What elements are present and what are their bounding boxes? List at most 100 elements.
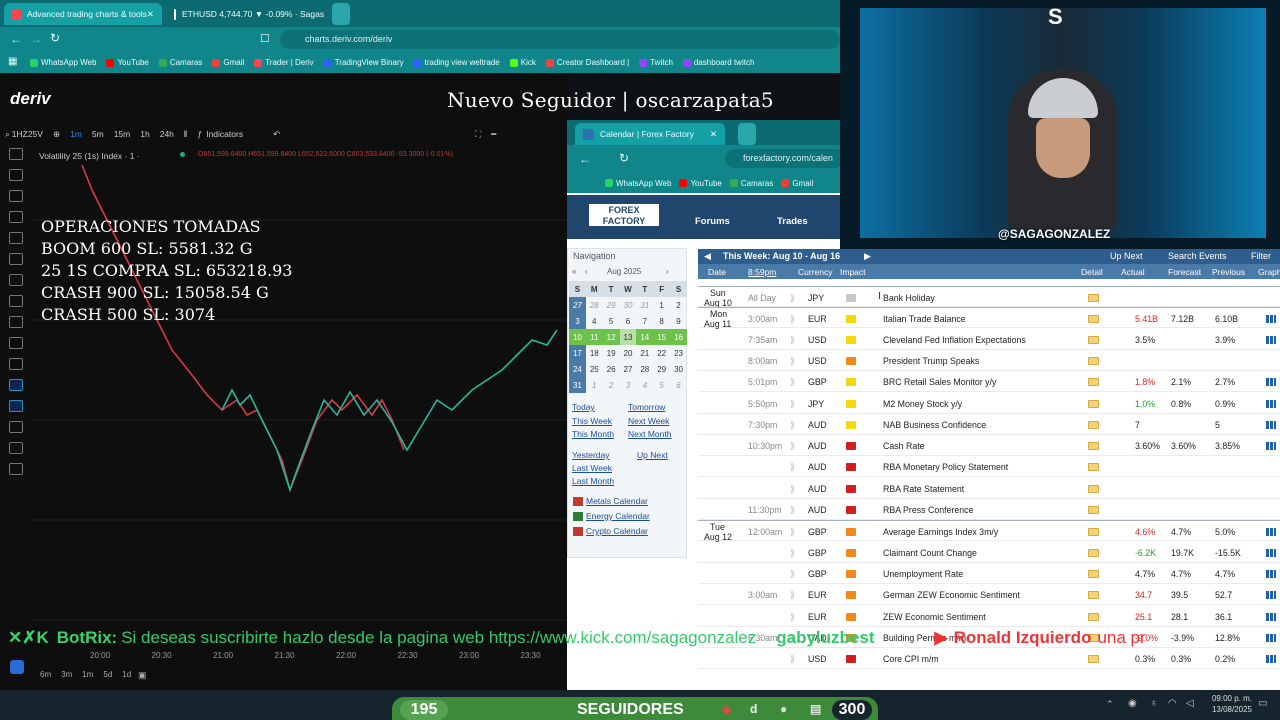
graph-icon[interactable] xyxy=(1266,399,1276,408)
event-title[interactable]: German ZEW Economic Sentiment xyxy=(883,590,1020,600)
fib-icon[interactable] xyxy=(9,232,23,244)
prev-month-icon[interactable]: ‹ xyxy=(585,267,588,276)
calendar-link[interactable]: Today xyxy=(572,402,595,412)
calendar-week-row[interactable]: 31 1 2 3 4 5 6 xyxy=(569,377,687,393)
graph-icon[interactable] xyxy=(1266,528,1276,537)
new-tab-button[interactable] xyxy=(738,123,756,145)
calendar-day[interactable]: 11 xyxy=(585,329,603,345)
ruler-icon[interactable] xyxy=(9,337,23,349)
event-row[interactable]: ⟫ AUD RBA Rate Statement xyxy=(698,478,1280,499)
event-title[interactable]: President Trump Speaks xyxy=(883,356,979,366)
sound-icon[interactable]: ⟫ xyxy=(790,654,795,665)
event-row[interactable]: 3:00am ⟫ EUR German ZEW Economic Sentiment 3… xyxy=(698,584,1280,606)
mic-icon[interactable]: ♁ xyxy=(1150,698,1158,709)
detail-folder-icon[interactable] xyxy=(1088,442,1099,451)
bookmark-star-icon[interactable]: ☐ xyxy=(260,32,270,45)
up-next-button[interactable]: Up Next xyxy=(1110,251,1143,261)
detail-folder-icon[interactable] xyxy=(1088,335,1099,344)
event-title[interactable]: Claimant Count Change xyxy=(883,548,977,558)
calendar-day[interactable]: 10 xyxy=(569,329,586,345)
brush-icon[interactable] xyxy=(9,274,23,286)
prev-week-icon[interactable]: ◀ xyxy=(704,251,711,262)
search-icon[interactable]: ⌕ xyxy=(5,129,10,140)
graph-icon[interactable] xyxy=(1266,591,1276,600)
bookmark-item[interactable]: dashboard twitch xyxy=(682,58,754,67)
event-row[interactable]: 7:30pm ⟫ AUD NAB Business Confidence 7 5 xyxy=(698,414,1280,435)
detail-folder-icon[interactable] xyxy=(1088,420,1099,429)
event-row[interactable]: Tue Aug 12 12:00am ⟫ GBP Average Earnings Ind… xyxy=(698,520,1280,542)
search-events-button[interactable]: Search Events xyxy=(1168,251,1227,261)
detail-folder-icon[interactable] xyxy=(1088,528,1099,537)
event-row[interactable]: ⟫ AUD RBA Monetary Policy Statement xyxy=(698,456,1280,478)
new-tab-button[interactable] xyxy=(332,3,350,25)
zoom-icon[interactable] xyxy=(9,358,23,370)
sound-icon[interactable]: ⟫ xyxy=(790,420,795,431)
indicators-button[interactable]: Indicators xyxy=(206,129,243,139)
calendar-day[interactable]: 27 xyxy=(569,297,586,313)
tab-tradingview[interactable]: ETHUSD 4,744.70 ▼ -0.09% · Sagas xyxy=(166,3,326,25)
calendar-link[interactable]: Next Month xyxy=(628,429,671,439)
calendar-link[interactable]: This Week xyxy=(572,416,612,426)
url-field[interactable]: forexfactory.com/calen xyxy=(725,149,845,168)
calendar-day[interactable]: 30 xyxy=(620,297,637,313)
calendar-day[interactable]: 24 xyxy=(569,361,586,377)
calendar-day[interactable]: 3 xyxy=(569,313,586,329)
tab-deriv[interactable]: Advanced trading charts & tools ✕ xyxy=(4,3,162,25)
back-icon[interactable]: ← xyxy=(579,152,591,166)
detail-folder-icon[interactable] xyxy=(1088,591,1099,600)
fullscreen-icon[interactable]: ⛶ xyxy=(475,129,481,140)
calendar-week-row[interactable]: 17 18 19 20 21 22 23 xyxy=(569,345,687,361)
forexfactory-logo[interactable]: FOREX FACTORY xyxy=(589,204,659,226)
calendar-link[interactable]: Up Next xyxy=(637,450,668,460)
event-title[interactable]: Cash Rate xyxy=(883,441,925,451)
reload-icon[interactable]: ↻ xyxy=(50,31,60,45)
emoji-icon[interactable] xyxy=(9,316,23,328)
calendar-day[interactable]: 16 xyxy=(670,329,687,345)
special-calendar-link[interactable]: Metals Calendar xyxy=(586,496,648,506)
bookmark-item[interactable]: Camaras xyxy=(729,179,773,188)
event-row[interactable]: ⟫ GBP Unemployment Rate 4.7% 4.7% 4.7% xyxy=(698,563,1280,584)
bookmark-item[interactable]: YouTube xyxy=(106,58,149,67)
forward-icon[interactable]: → xyxy=(30,32,42,46)
graph-icon[interactable] xyxy=(1266,612,1276,621)
detail-folder-icon[interactable] xyxy=(1088,612,1099,621)
apps-grid-icon[interactable]: ▦ xyxy=(8,56,17,67)
calendar-day[interactable]: 1 xyxy=(653,297,670,313)
back-icon[interactable]: ← xyxy=(10,32,22,46)
event-row[interactable]: 10:30pm ⟫ AUD Cash Rate 3.60% 3.60% 3.85% xyxy=(698,435,1280,457)
detail-folder-icon[interactable] xyxy=(1088,655,1099,664)
bookmark-item[interactable]: Twitch xyxy=(639,58,673,67)
event-row[interactable]: 7:35am ⟫ USD Cleveland Fed Inflation Expect… xyxy=(698,329,1280,350)
sound-icon[interactable]: ⟫ xyxy=(790,527,795,538)
add-symbol-icon[interactable]: ⊕ xyxy=(53,129,60,140)
range-6m[interactable]: 6m xyxy=(40,670,51,679)
event-row[interactable]: ⟫ GBP Claimant Count Change -6.2K 19.7K -15.5… xyxy=(698,542,1280,563)
clock[interactable]: 09:00 p. m. 13/08/2025 xyxy=(1210,693,1252,715)
calendar-day[interactable]: 15 xyxy=(653,329,671,345)
sound-icon[interactable]: ⟫ xyxy=(790,505,795,516)
brave-icon[interactable]: ◈ xyxy=(722,702,731,716)
calendar-day[interactable]: 2 xyxy=(603,377,620,393)
event-row[interactable]: 5:01pm ⟫ GBP BRC Retail Sales Monitor y/y 1.… xyxy=(698,371,1280,393)
calendar-link[interactable]: Last Month xyxy=(572,476,614,486)
calendar-link[interactable]: Last Week xyxy=(572,463,612,473)
calendar-week-row[interactable]: 27 28 29 30 31 1 2 xyxy=(569,297,687,313)
calendar-day[interactable]: 22 xyxy=(653,345,670,361)
eye-icon[interactable] xyxy=(9,442,23,454)
prev-year-icon[interactable]: « xyxy=(572,267,576,276)
calendar-day[interactable]: 12 xyxy=(602,329,620,345)
calendar-day[interactable]: 28 xyxy=(636,361,653,377)
bookmark-item[interactable]: Creator Dashboard | xyxy=(545,58,629,67)
tray-chevron-icon[interactable]: ⌃ xyxy=(1106,699,1114,710)
calendar-day[interactable]: 17 xyxy=(569,345,586,361)
calendar-day[interactable]: 25 xyxy=(586,361,603,377)
calendar-day[interactable]: 5 xyxy=(653,377,670,393)
minus-icon[interactable]: ━ xyxy=(491,129,496,140)
bookmark-item[interactable]: WhatsApp Web xyxy=(605,179,671,188)
volume-icon[interactable]: ◁ xyxy=(1186,698,1194,709)
calendar-day[interactable]: 18 xyxy=(586,345,603,361)
calendar-day[interactable]: 31 xyxy=(636,297,653,313)
calendar-day[interactable]: 9 xyxy=(670,313,687,329)
bookmark-item[interactable]: Gmail xyxy=(212,58,244,67)
chat-widget-icon[interactable] xyxy=(10,660,24,674)
